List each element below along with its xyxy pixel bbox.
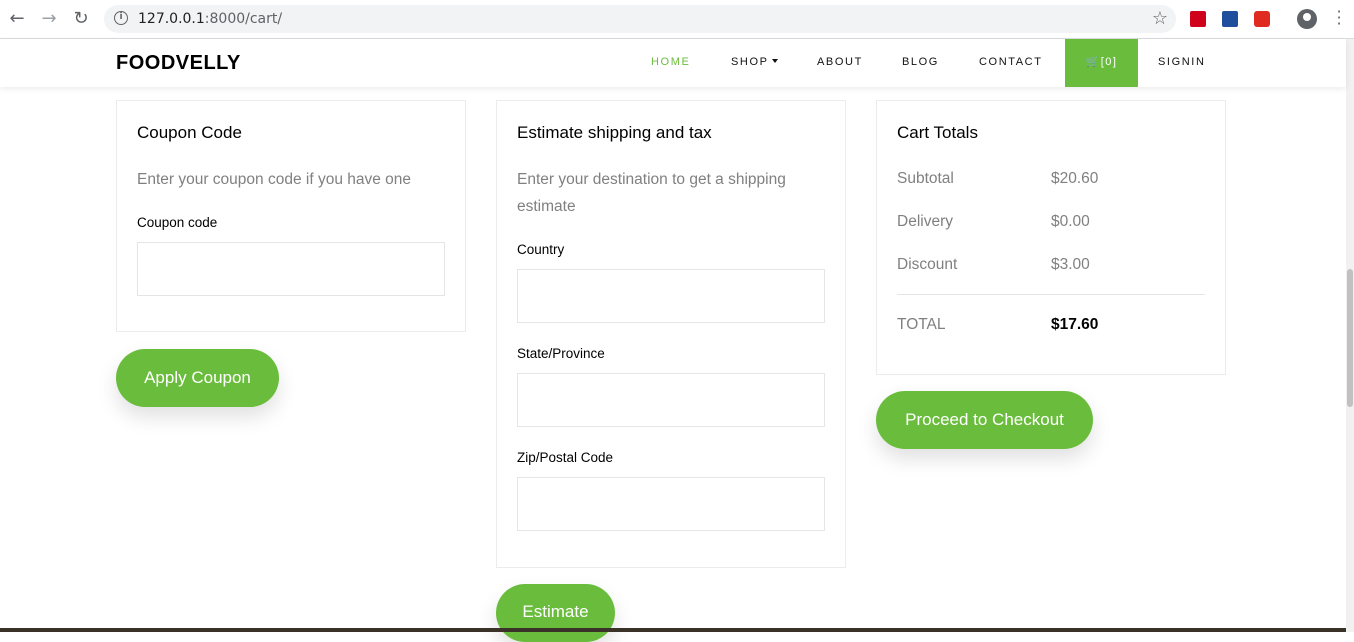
extension-icon-blue[interactable]	[1222, 11, 1238, 27]
cart-totals-title: Cart Totals	[897, 123, 978, 142]
coupon-title: Coupon Code	[137, 123, 242, 142]
page-scrollbar[interactable]	[1346, 39, 1354, 632]
site-navbar: FOODVELLY HOME SHOP ABOUT BLOG CONTACT 🛒…	[0, 39, 1346, 87]
shipping-panel: Estimate shipping and tax Enter your des…	[496, 100, 846, 568]
chevron-down-icon	[771, 58, 778, 63]
url-host: 127.0.0.1	[138, 11, 205, 27]
scrollbar-thumb[interactable]	[1347, 269, 1353, 407]
nav-cart[interactable]: 🛒[0]	[1065, 39, 1138, 87]
back-icon[interactable]: ←	[6, 8, 28, 30]
nav-shop[interactable]: SHOP	[731, 56, 778, 68]
shipping-title: Estimate shipping and tax	[517, 123, 712, 142]
address-url[interactable]: 127.0.0.1:8000/cart/	[138, 11, 282, 27]
cart-count: [0]	[1100, 56, 1118, 68]
nav-shop-label: SHOP	[731, 56, 769, 68]
total-value: $17.60	[1051, 316, 1099, 333]
coupon-code-label: Coupon code	[137, 215, 218, 230]
cart-totals-panel: Cart Totals Subtotal $20.60 Delivery $0.…	[876, 100, 1226, 375]
nav-contact[interactable]: CONTACT	[979, 56, 1043, 68]
forward-icon[interactable]: →	[38, 8, 60, 30]
estimate-button[interactable]: Estimate	[496, 584, 615, 642]
delivery-label: Delivery	[897, 213, 953, 230]
site-info-icon[interactable]: i	[114, 11, 128, 25]
coupon-code-input[interactable]	[137, 242, 445, 296]
nav-blog[interactable]: BLOG	[902, 56, 939, 68]
country-input[interactable]	[517, 269, 825, 323]
nav-signin[interactable]: SIGNIN	[1158, 56, 1206, 68]
coupon-panel: Coupon Code Enter your coupon code if yo…	[116, 100, 466, 332]
subtotal-label: Subtotal	[897, 170, 954, 187]
discount-value: $3.00	[1051, 256, 1090, 273]
nav-home[interactable]: HOME	[651, 56, 690, 68]
bookmark-star-icon[interactable]: ☆	[1152, 8, 1168, 29]
extension-icon-red[interactable]	[1190, 11, 1206, 27]
subtotal-value: $20.60	[1051, 170, 1099, 187]
cart-icon: 🛒	[1085, 56, 1101, 68]
address-bar[interactable]: i 127.0.0.1:8000/cart/ ☆	[104, 5, 1176, 33]
nav-about[interactable]: ABOUT	[817, 56, 863, 68]
zip-postal-code-input[interactable]	[517, 477, 825, 531]
footer-edge	[0, 628, 1346, 632]
zip-postal-code-label: Zip/Postal Code	[517, 450, 614, 465]
proceed-to-checkout-button[interactable]: Proceed to Checkout	[876, 391, 1093, 449]
apply-coupon-button[interactable]: Apply Coupon	[116, 349, 279, 407]
state-province-input[interactable]	[517, 373, 825, 427]
state-province-label: State/Province	[517, 346, 605, 361]
country-label: Country	[517, 242, 565, 257]
browser-toolbar: ← → ↻ i 127.0.0.1:8000/cart/ ☆ · · ·	[0, 0, 1354, 39]
totals-divider	[897, 294, 1205, 295]
account-avatar-icon[interactable]	[1297, 9, 1317, 29]
extension-icon-pdf[interactable]	[1254, 11, 1270, 27]
url-path: :8000/cart/	[204, 11, 283, 27]
coupon-description: Enter your coupon code if you have one	[137, 171, 412, 188]
total-label: TOTAL	[897, 316, 946, 333]
brand-logo[interactable]: FOODVELLY	[116, 52, 241, 75]
reload-icon[interactable]: ↻	[70, 8, 92, 30]
delivery-value: $0.00	[1051, 213, 1090, 230]
discount-label: Discount	[897, 256, 958, 273]
browser-menu-icon[interactable]: · · ·	[1334, 4, 1344, 32]
shipping-description: Enter your destination to get a shipping…	[517, 171, 786, 215]
